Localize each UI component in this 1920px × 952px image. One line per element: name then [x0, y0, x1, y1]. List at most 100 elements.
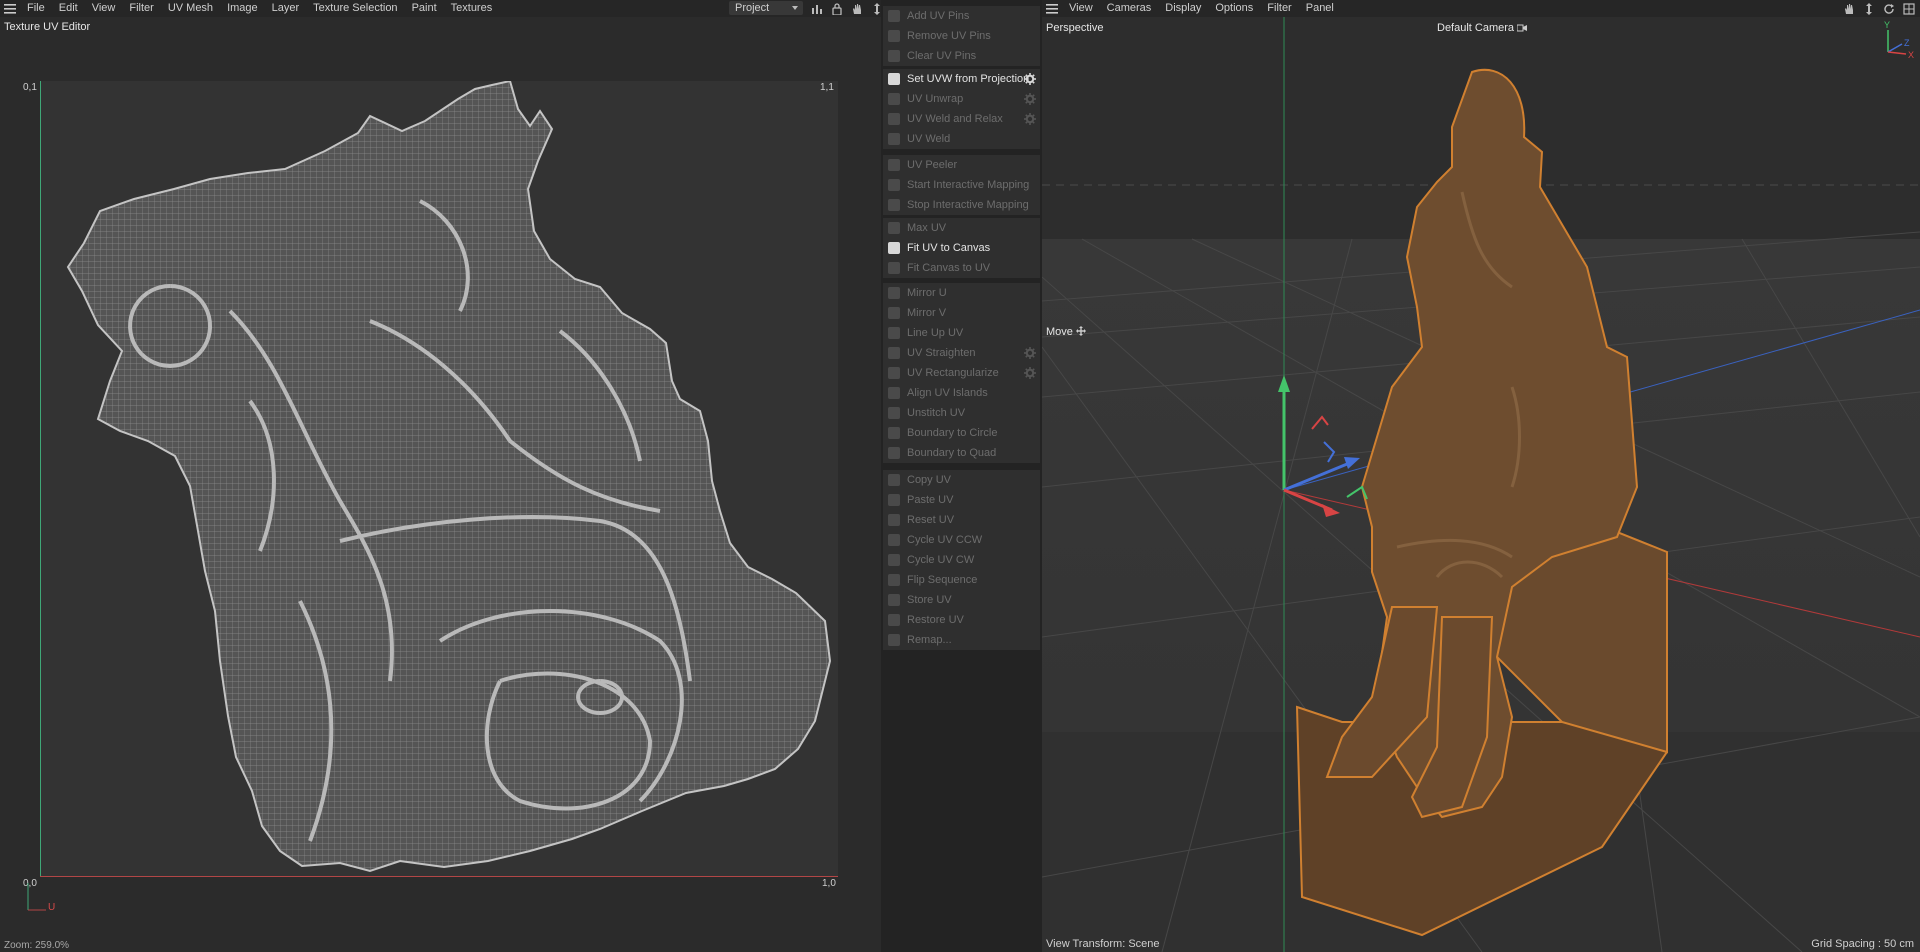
gear-icon[interactable]	[1024, 93, 1036, 105]
tool-group: Copy UV Paste UV Reset UV Cycle UV CCW Cycle…	[883, 470, 1040, 650]
tool-store-uv-button[interactable]: Store UV	[883, 590, 1040, 610]
project-dropdown[interactable]: Project	[729, 1, 803, 15]
tool-label: Remove UV Pins	[907, 30, 991, 42]
tool-uv-straighten-button[interactable]: UV Straighten	[883, 343, 1040, 363]
tool-group: Add UV Pins Remove UV Pins Clear UV Pins	[883, 6, 1040, 66]
tool-stop-interactive-mapping-button[interactable]: Stop Interactive Mapping	[883, 195, 1040, 215]
hamburger-menu-icon[interactable]	[1042, 0, 1062, 17]
menu-panel[interactable]: Panel	[1299, 0, 1341, 17]
lock-icon[interactable]	[828, 0, 846, 18]
tool-clear-uv-pins-button[interactable]: Clear UV Pins	[883, 46, 1040, 66]
menu-display[interactable]: Display	[1158, 0, 1208, 17]
tool-label: UV Peeler	[907, 159, 958, 171]
menu-texture-selection[interactable]: Texture Selection	[306, 0, 404, 17]
tool-mirror-u-button[interactable]: Mirror U	[883, 283, 1040, 303]
rotate-icon[interactable]	[1880, 0, 1898, 18]
corner-label-top-left: 0,1	[23, 82, 37, 93]
tool-label: Unstitch UV	[907, 407, 966, 419]
fit-uv-to-canvas-icon	[888, 242, 900, 254]
reset-uv-icon	[888, 514, 900, 526]
gear-icon[interactable]	[1024, 73, 1036, 85]
tool-restore-uv-button[interactable]: Restore UV	[883, 610, 1040, 630]
move-arrows-icon[interactable]	[1860, 0, 1878, 18]
tool-copy-uv-button[interactable]: Copy UV	[883, 470, 1040, 490]
menu-uv-mesh[interactable]: UV Mesh	[161, 0, 220, 17]
uv-weld-and-relax-icon	[888, 113, 900, 125]
tool-uv-weld-and-relax-button[interactable]: UV Weld and Relax	[883, 109, 1040, 129]
menu-image[interactable]: Image	[220, 0, 265, 17]
tool-unstitch-uv-button[interactable]: Unstitch UV	[883, 403, 1040, 423]
viewport-3d[interactable]: View Cameras Display Options Filter Pane…	[1042, 0, 1920, 952]
menu-textures[interactable]: Textures	[444, 0, 500, 17]
tool-uv-peeler-button[interactable]: UV Peeler	[883, 155, 1040, 175]
menu-file[interactable]: File	[20, 0, 52, 17]
uv-axis-gizmo: U	[22, 880, 62, 914]
tool-line-up-uv-button[interactable]: Line Up UV	[883, 323, 1040, 343]
chevron-down-icon	[792, 6, 798, 10]
tool-reset-uv-button[interactable]: Reset UV	[883, 510, 1040, 530]
camera-label[interactable]: Default Camera	[1437, 22, 1528, 34]
hand-pan-icon[interactable]	[848, 0, 866, 18]
tool-align-uv-islands-button[interactable]: Align UV Islands	[883, 383, 1040, 403]
menu-edit[interactable]: Edit	[52, 0, 85, 17]
tool-remap-button[interactable]: Remap...	[883, 630, 1040, 650]
menu-filter[interactable]: Filter	[1260, 0, 1298, 17]
tool-flip-sequence-button[interactable]: Flip Sequence	[883, 570, 1040, 590]
remove-uv-pins-icon	[888, 30, 900, 42]
gear-icon[interactable]	[1024, 113, 1036, 125]
tool-label: Stop Interactive Mapping	[907, 199, 1029, 211]
scene-render	[1042, 17, 1920, 952]
menu-paint[interactable]: Paint	[405, 0, 444, 17]
move-tool-icon	[1075, 326, 1086, 336]
tool-add-uv-pins-button[interactable]: Add UV Pins	[883, 6, 1040, 26]
v-axis-line	[40, 81, 41, 876]
tool-boundary-to-quad-button[interactable]: Boundary to Quad	[883, 443, 1040, 463]
gear-icon[interactable]	[1024, 367, 1036, 379]
menu-view[interactable]: View	[85, 0, 123, 17]
tool-uv-unwrap-button[interactable]: UV Unwrap	[883, 89, 1040, 109]
restore-uv-icon	[888, 614, 900, 626]
zoom-status: Zoom: 259.0%	[4, 940, 70, 951]
tool-start-interactive-mapping-button[interactable]: Start Interactive Mapping	[883, 175, 1040, 195]
histogram-icon[interactable]	[808, 0, 826, 18]
tool-uv-weld-button[interactable]: UV Weld	[883, 129, 1040, 149]
tool-paste-uv-button[interactable]: Paste UV	[883, 490, 1040, 510]
tool-cycle-uv-ccw-button[interactable]: Cycle UV CCW	[883, 530, 1040, 550]
tool-set-uvw-from-projection-button[interactable]: Set UVW from Projection	[883, 69, 1040, 89]
menu-options[interactable]: Options	[1208, 0, 1260, 17]
uv-mesh-island	[67, 81, 831, 872]
camera-icon	[1517, 24, 1528, 32]
hamburger-menu-icon[interactable]	[0, 0, 20, 17]
tool-label: Clear UV Pins	[907, 50, 977, 62]
menu-layer[interactable]: Layer	[265, 0, 307, 17]
tool-group: Mirror U Mirror V Line Up UV UV Straighten U…	[883, 283, 1040, 463]
menu-cameras[interactable]: Cameras	[1100, 0, 1159, 17]
hand-pan-icon[interactable]	[1840, 0, 1858, 18]
tool-fit-canvas-to-uv-button[interactable]: Fit Canvas to UV	[883, 258, 1040, 278]
boundary-to-circle-icon	[888, 427, 900, 439]
gear-icon[interactable]	[1024, 347, 1036, 359]
tool-cycle-uv-cw-button[interactable]: Cycle UV CW	[883, 550, 1040, 570]
menu-view[interactable]: View	[1062, 0, 1100, 17]
maximize-view-icon[interactable]	[1900, 0, 1918, 18]
projection-label[interactable]: Perspective	[1046, 22, 1103, 34]
axis-u-label: U	[48, 902, 56, 913]
line-up-uv-icon	[888, 327, 900, 339]
tool-max-uv-button[interactable]: Max UV	[883, 218, 1040, 238]
tool-label: Flip Sequence	[907, 574, 978, 586]
store-uv-icon	[888, 594, 900, 606]
tool-boundary-to-circle-button[interactable]: Boundary to Circle	[883, 423, 1040, 443]
tool-label: Cycle UV CW	[907, 554, 975, 566]
cycle-uv-cw-icon	[888, 554, 900, 566]
gizmo-y-label: Y	[1884, 20, 1891, 30]
tool-uv-rectangularize-button[interactable]: UV Rectangularize	[883, 363, 1040, 383]
menu-filter[interactable]: Filter	[122, 0, 160, 17]
camera-name: Default Camera	[1437, 22, 1515, 34]
tool-mirror-v-button[interactable]: Mirror V	[883, 303, 1040, 323]
tool-remove-uv-pins-button[interactable]: Remove UV Pins	[883, 26, 1040, 46]
tool-fit-uv-to-canvas-button[interactable]: Fit UV to Canvas	[883, 238, 1040, 258]
uv-editor-panel: File Edit View Filter UV Mesh Image Laye…	[0, 0, 881, 952]
uv-weld-icon	[888, 133, 900, 145]
uv-canvas[interactable]	[40, 81, 838, 876]
tool-group: Max UV Fit UV to Canvas Fit Canvas to UV	[883, 218, 1040, 278]
